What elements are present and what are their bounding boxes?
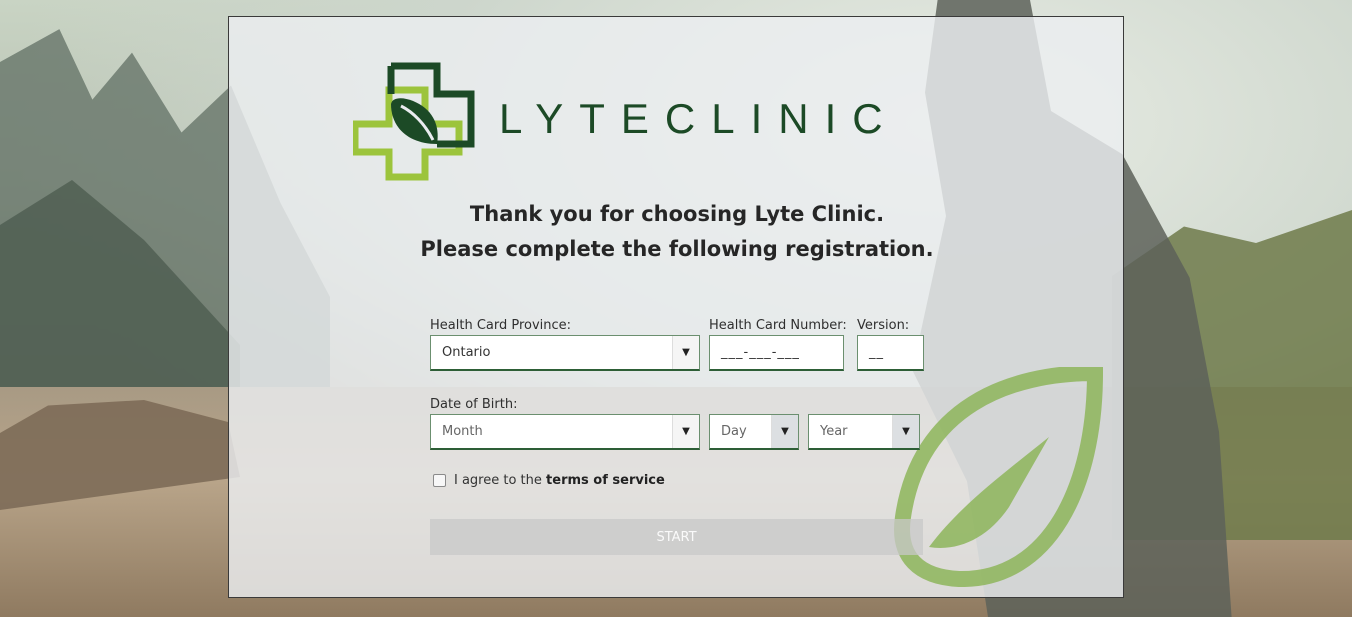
chevron-down-icon: ▼ [672, 415, 699, 448]
province-label: Health Card Province: [430, 318, 572, 333]
brand-wordmark: LYTECLINIC [499, 95, 899, 142]
chevron-down-icon: ▼ [672, 336, 699, 369]
cross-leaf-icon [353, 62, 475, 181]
version-label: Version: [857, 318, 910, 333]
terms-of-service-link[interactable]: terms of service [546, 473, 665, 488]
dob-label: Date of Birth: [430, 397, 518, 412]
dob-month-select[interactable]: Month ▼ [430, 414, 700, 450]
card-number-label: Health Card Number: [709, 318, 847, 333]
start-button[interactable]: START [430, 519, 923, 555]
version-mask: __ [869, 345, 884, 360]
card-number-mask: ___-___-___ [721, 345, 800, 360]
brand-logo: LYTECLINIC [353, 62, 1003, 187]
dob-year-select[interactable]: Year ▼ [808, 414, 920, 450]
terms-text: I agree to the terms of service [454, 473, 665, 488]
dob-day-select[interactable]: Day ▼ [709, 414, 799, 450]
terms-prefix: I agree to the [454, 473, 547, 488]
dob-year-value: Year [820, 424, 848, 439]
registration-panel: LYTECLINIC Thank you for choosing Lyte C… [228, 16, 1124, 598]
headline-instructions: Please complete the following registrati… [420, 237, 934, 261]
card-number-input[interactable]: ___-___-___ [709, 335, 844, 371]
terms-checkbox[interactable] [433, 474, 446, 487]
chevron-down-icon: ▼ [892, 415, 919, 448]
dob-month-value: Month [442, 424, 483, 439]
headline-thanks: Thank you for choosing Lyte Clinic. [469, 202, 885, 226]
province-value: Ontario [442, 345, 491, 360]
chevron-down-icon: ▼ [771, 415, 798, 448]
dob-day-value: Day [721, 424, 747, 439]
province-select[interactable]: Ontario ▼ [430, 335, 700, 371]
version-input[interactable]: __ [857, 335, 924, 371]
